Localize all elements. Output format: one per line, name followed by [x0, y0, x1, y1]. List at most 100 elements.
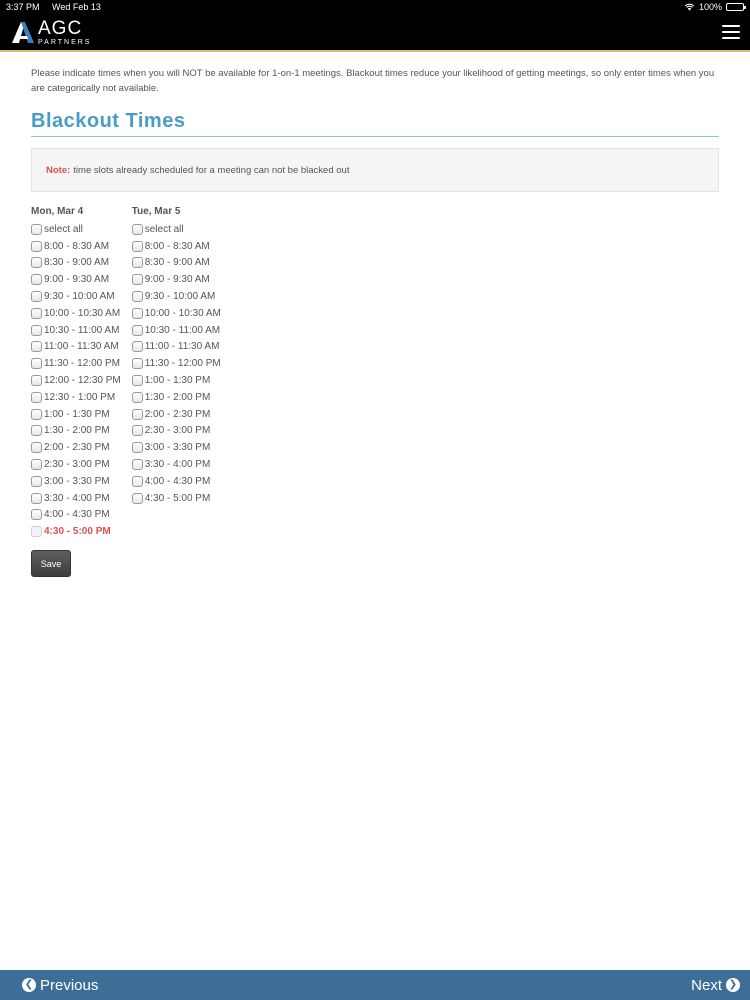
checkbox[interactable] — [31, 307, 42, 319]
checkbox[interactable] — [131, 274, 143, 286]
checkbox[interactable] — [131, 425, 143, 437]
slot-label: 9:00 - 9:30 AM — [44, 274, 110, 286]
checkbox[interactable] — [31, 408, 42, 420]
slot-label: select all — [144, 223, 184, 235]
time-slot-checkbox[interactable]: 2:00 - 2:30 PM — [31, 439, 121, 456]
checkbox[interactable] — [31, 324, 42, 336]
next-button[interactable]: Next ❯ — [691, 977, 740, 994]
slot-label: 1:00 - 1:30 PM — [144, 375, 211, 387]
time-slot-checkbox[interactable]: 11:00 - 11:30 AM — [131, 339, 221, 356]
time-slot-checkbox[interactable]: 3:00 - 3:30 PM — [31, 473, 121, 490]
status-time: 3:37 PM — [6, 2, 40, 12]
time-slot-checkbox[interactable]: 11:00 - 11:30 AM — [31, 339, 121, 356]
checkbox[interactable] — [131, 442, 143, 454]
checkbox[interactable] — [131, 492, 143, 504]
checkbox[interactable] — [131, 358, 143, 370]
checkbox[interactable] — [31, 274, 42, 286]
checkbox[interactable] — [131, 257, 143, 269]
checkbox[interactable] — [131, 240, 143, 252]
checkbox[interactable] — [31, 240, 42, 252]
slot-label: 4:30 - 5:00 PM — [144, 492, 211, 504]
time-slot-checkbox[interactable]: 9:00 - 9:30 AM — [31, 271, 121, 288]
select-all-checkbox[interactable]: select all — [131, 221, 221, 238]
time-slot-checkbox[interactable]: 12:00 - 12:30 PM — [31, 372, 121, 389]
time-slot-checkbox[interactable]: 2:00 - 2:30 PM — [131, 406, 221, 423]
checkbox[interactable] — [31, 492, 42, 504]
checkbox[interactable] — [31, 257, 42, 269]
time-slot-checkbox[interactable]: 3:30 - 4:00 PM — [131, 456, 221, 473]
time-slot-checkbox[interactable]: 2:30 - 3:00 PM — [31, 456, 121, 473]
time-slot-checkbox[interactable]: 12:30 - 1:00 PM — [31, 389, 121, 406]
time-slot-checkbox[interactable]: 1:30 - 2:00 PM — [131, 389, 221, 406]
slot-label: 3:30 - 4:00 PM — [144, 459, 211, 471]
checkbox[interactable] — [31, 459, 42, 471]
checkbox[interactable] — [131, 341, 143, 353]
slot-label: 12:00 - 12:30 PM — [44, 375, 121, 387]
checkbox[interactable] — [131, 307, 143, 319]
time-slot-checkbox[interactable]: 8:00 - 8:30 AM — [31, 238, 121, 255]
time-slot-checkbox[interactable]: 4:00 - 4:30 PM — [131, 473, 221, 490]
status-date: Wed Feb 13 — [52, 2, 101, 12]
time-slot-checkbox[interactable]: 3:30 - 4:00 PM — [31, 490, 121, 507]
slot-label: 11:30 - 12:00 PM — [144, 358, 221, 370]
time-slot-checkbox[interactable]: 3:00 - 3:30 PM — [131, 439, 221, 456]
time-slot-checkbox[interactable]: 11:30 - 12:00 PM — [31, 355, 121, 372]
checkbox[interactable] — [131, 223, 143, 235]
time-slot-checkbox[interactable]: 11:30 - 12:00 PM — [131, 355, 221, 372]
checkbox[interactable] — [31, 425, 42, 437]
note-label: Note: — [46, 164, 71, 176]
time-slot-checkbox[interactable]: 9:00 - 9:30 AM — [131, 271, 221, 288]
time-slot-checkbox[interactable]: 4:30 - 5:00 PM — [131, 490, 221, 507]
slot-label: 8:00 - 8:30 AM — [144, 240, 210, 252]
slot-label: 2:00 - 2:30 PM — [44, 442, 110, 454]
logo-agc-text: AGC — [38, 17, 83, 39]
time-slot-checkbox[interactable]: 1:30 - 2:00 PM — [31, 423, 121, 440]
time-slot-checkbox[interactable]: 10:30 - 11:00 AM — [131, 322, 221, 339]
slot-label: 4:00 - 4:30 PM — [144, 475, 211, 487]
save-button[interactable]: Save — [31, 550, 71, 578]
time-slot-checkbox[interactable]: 9:30 - 10:00 AM — [31, 288, 121, 305]
time-slot-checkbox[interactable]: 8:30 - 9:00 AM — [31, 255, 121, 272]
checkbox[interactable] — [31, 509, 42, 521]
checkbox[interactable] — [31, 442, 42, 454]
time-slot-checkbox[interactable]: 10:00 - 10:30 AM — [31, 305, 121, 322]
checkbox[interactable] — [131, 391, 143, 403]
select-all-checkbox[interactable]: select all — [31, 221, 121, 238]
time-slot-checkbox[interactable]: 9:30 - 10:00 AM — [131, 288, 221, 305]
time-slot-checkbox[interactable]: 1:00 - 1:30 PM — [131, 372, 221, 389]
checkbox[interactable] — [131, 324, 143, 336]
checkbox[interactable] — [131, 375, 143, 387]
time-slot-checkbox[interactable]: 4:00 - 4:30 PM — [31, 507, 121, 524]
time-slot-checkbox[interactable]: 2:30 - 3:00 PM — [131, 423, 221, 440]
previous-label: Previous — [40, 976, 99, 994]
time-slot-checkbox[interactable]: 10:30 - 11:00 AM — [31, 322, 121, 339]
hamburger-menu-icon[interactable] — [722, 25, 740, 39]
slot-label: 10:30 - 11:00 AM — [44, 324, 120, 336]
next-label: Next — [691, 976, 722, 994]
slot-label: 1:30 - 2:00 PM — [144, 391, 211, 403]
checkbox[interactable] — [31, 341, 42, 353]
slot-label: 10:30 - 11:00 AM — [144, 324, 221, 336]
checkbox[interactable] — [31, 375, 42, 387]
checkbox[interactable] — [131, 459, 143, 471]
agc-logo[interactable]: AGC PARTNERS — [10, 19, 91, 46]
time-slot-checkbox[interactable]: 1:00 - 1:30 PM — [31, 406, 121, 423]
checkbox[interactable] — [31, 291, 42, 303]
slot-label: 8:30 - 9:00 AM — [144, 257, 210, 269]
checkbox[interactable] — [131, 475, 143, 487]
checkbox[interactable] — [31, 358, 42, 370]
time-slot-checkbox[interactable]: 8:00 - 8:30 AM — [131, 238, 221, 255]
checkbox[interactable] — [131, 291, 143, 303]
time-slot-checkbox[interactable]: 10:00 - 10:30 AM — [131, 305, 221, 322]
slot-label: 8:00 - 8:30 AM — [44, 240, 110, 252]
time-slot-checkbox[interactable]: 8:30 - 9:00 AM — [131, 255, 221, 272]
checkbox[interactable] — [131, 408, 143, 420]
previous-button[interactable]: ❮ Previous — [22, 977, 98, 994]
slot-label: 2:30 - 3:00 PM — [144, 425, 211, 437]
checkbox[interactable] — [31, 391, 42, 403]
checkbox[interactable] — [31, 223, 42, 235]
slot-label: 1:30 - 2:00 PM — [44, 425, 110, 437]
slot-label: 8:30 - 9:00 AM — [44, 257, 110, 269]
day-header: Mon, Mar 4 — [31, 206, 84, 217]
checkbox[interactable] — [31, 475, 42, 487]
